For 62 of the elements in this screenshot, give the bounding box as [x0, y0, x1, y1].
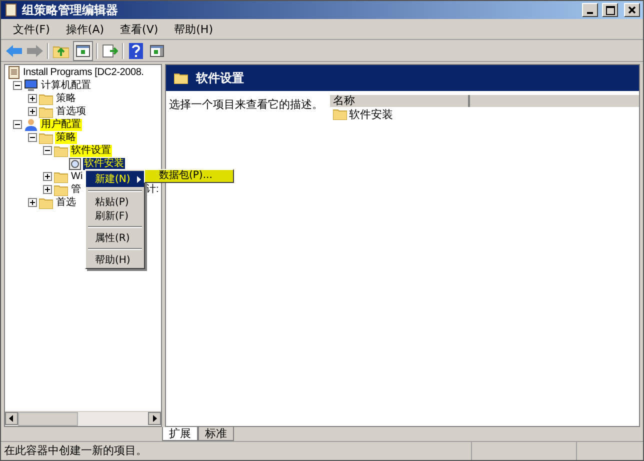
- user-icon: [24, 118, 38, 131]
- description-text: 选择一个项目来查看它的描述。: [168, 97, 324, 112]
- tree-item[interactable]: 策略: [55, 92, 77, 104]
- close-icon: [628, 6, 636, 14]
- tree-item[interactable]: 软件安装: [83, 158, 125, 170]
- folder-icon: [54, 144, 68, 156]
- submenu-item[interactable]: 数据包(P)...: [145, 170, 233, 182]
- tree-item[interactable]: 首选: [55, 196, 77, 208]
- horizontal-scrollbar[interactable]: [5, 411, 161, 426]
- folder-icon: [39, 196, 53, 208]
- folder-icon: [54, 184, 68, 196]
- document-icon: [8, 66, 20, 79]
- help-button[interactable]: [127, 42, 145, 60]
- tree-item[interactable]: Install Programs [DC2-2008.: [22, 66, 145, 78]
- collapse-icon[interactable]: [13, 120, 22, 129]
- tree-item[interactable]: 管: [70, 184, 82, 196]
- menu-item[interactable]: 文件(F): [5, 22, 58, 36]
- tree-item[interactable]: 计算机配置: [40, 80, 92, 92]
- tree-item[interactable]: Wi: [70, 170, 84, 182]
- minimize-button[interactable]: [582, 3, 598, 17]
- details-title: 软件设置: [196, 70, 244, 86]
- menu-item[interactable]: 查看(V): [112, 22, 166, 36]
- tree-item[interactable]: 策略: [55, 132, 77, 144]
- maximize-button[interactable]: [602, 3, 618, 17]
- collapse-icon[interactable]: [43, 146, 52, 155]
- scroll-left-icon[interactable]: [9, 415, 14, 422]
- column-header[interactable]: 名称: [330, 95, 470, 107]
- tree-item[interactable]: 用户配置: [40, 118, 82, 130]
- expand-icon[interactable]: [28, 198, 37, 207]
- context-menu-item[interactable]: 刷新(F): [86, 209, 144, 223]
- view-tab[interactable]: 标准: [198, 427, 234, 441]
- folder-icon: [174, 72, 188, 84]
- context-menu-item[interactable]: 属性(R): [86, 231, 144, 245]
- scroll-right-icon[interactable]: [152, 415, 157, 422]
- view-tab[interactable]: 扩展: [162, 427, 198, 441]
- menu-item[interactable]: 帮助(H): [166, 22, 221, 36]
- expand-icon[interactable]: [43, 172, 52, 181]
- collapse-icon[interactable]: [28, 133, 37, 142]
- folder-icon: [39, 92, 53, 104]
- close-button[interactable]: [624, 3, 640, 17]
- computer-icon: [24, 79, 38, 92]
- status-text: 在此容器中创建一新的项目。: [3, 443, 148, 459]
- expand-icon[interactable]: [43, 185, 52, 194]
- maximize-icon: [606, 6, 614, 14]
- context-menu-item[interactable]: 帮助(H): [86, 253, 144, 267]
- tree-item[interactable]: 软件设置: [70, 144, 112, 156]
- tree-item[interactable]: 首选项: [55, 106, 87, 118]
- folder-icon: [54, 170, 68, 182]
- list-item[interactable]: 软件安装: [349, 106, 393, 122]
- collapse-icon[interactable]: [13, 81, 22, 90]
- context-menu-item[interactable]: 粘贴(P): [86, 195, 144, 209]
- menu-item[interactable]: 操作(A): [58, 22, 112, 36]
- context-menu-item[interactable]: 新建(N): [86, 171, 144, 187]
- expand-icon[interactable]: [28, 107, 37, 116]
- window-title: 组策略管理编辑器: [22, 2, 119, 18]
- tree-item-fragment: 计:: [145, 184, 160, 196]
- disc-icon: [69, 158, 81, 170]
- scroll-icon: [4, 3, 18, 17]
- submenu-arrow-icon: [137, 176, 141, 182]
- expand-icon[interactable]: [28, 94, 37, 103]
- export-button[interactable]: [101, 42, 119, 60]
- show-tree-button[interactable]: [73, 40, 93, 60]
